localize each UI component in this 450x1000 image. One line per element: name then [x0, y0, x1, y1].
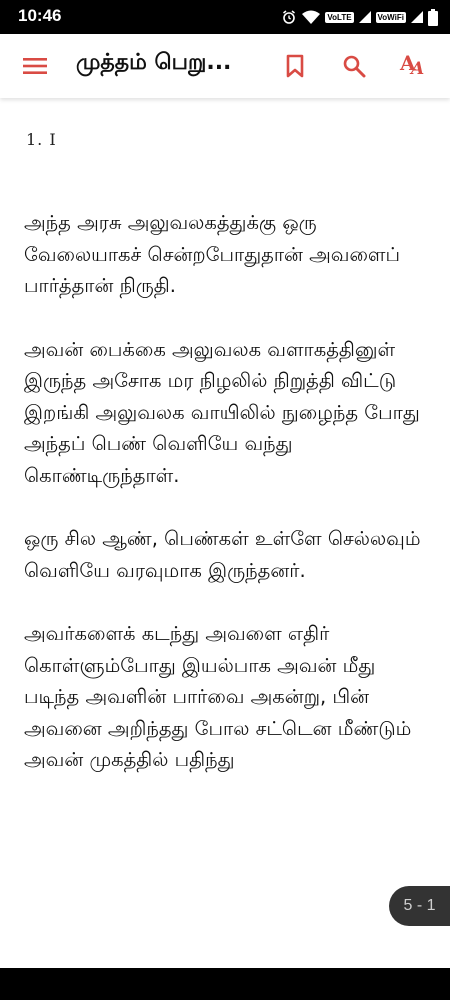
signal-icon-1: [358, 11, 371, 23]
paragraph: அவன் பைக்கை அலுவலக வளாகத்தினுள் இருந்த அ…: [24, 337, 420, 487]
wifi-icon: [302, 10, 321, 24]
status-time: 10:46: [18, 6, 62, 25]
reader-content: 1. I அந்த அரசு அலுவலகத்துக்கு ஒரு வேலையா…: [24, 130, 428, 808]
navigation-bar: [0, 968, 450, 1000]
app-bar: முத்தம் பெறு... AA: [0, 34, 450, 98]
battery-icon: [428, 8, 438, 26]
bookmark-button[interactable]: [275, 46, 315, 86]
book-title: முத்தம் பெறு...: [76, 50, 232, 75]
hamburger-menu-icon: [23, 58, 47, 74]
menu-button[interactable]: [15, 46, 55, 86]
vowifi-label: VoWiFi: [375, 11, 406, 23]
font-size-button[interactable]: AA: [393, 46, 433, 86]
status-icons: VoLTE VoWiFi: [281, 7, 438, 27]
search-button[interactable]: [334, 46, 374, 86]
font-size-icon: AA: [400, 51, 425, 79]
chapter-label: 1. I: [26, 130, 57, 149]
status-bar: 10:46 VoLTE VoWiFi: [0, 0, 450, 34]
signal-icon-2: [411, 11, 423, 23]
paragraph: அவர்களைக் கடந்து அவளை எதிர் கொள்ளும்போது…: [24, 622, 412, 771]
alarm-icon: [283, 10, 296, 24]
search-icon: [343, 55, 366, 78]
page-indicator[interactable]: 5 - 1: [389, 886, 450, 926]
paragraph: அந்த அரசு அலுவலகத்துக்கு ஒரு வேலையாகச் ச…: [24, 211, 401, 297]
volte-label: VoLTE: [325, 11, 354, 23]
paragraph: ஒரு சில ஆண், பெண்கள் உள்ளே செல்லவும் வெள…: [24, 527, 421, 582]
bookmark-icon: [286, 54, 304, 78]
